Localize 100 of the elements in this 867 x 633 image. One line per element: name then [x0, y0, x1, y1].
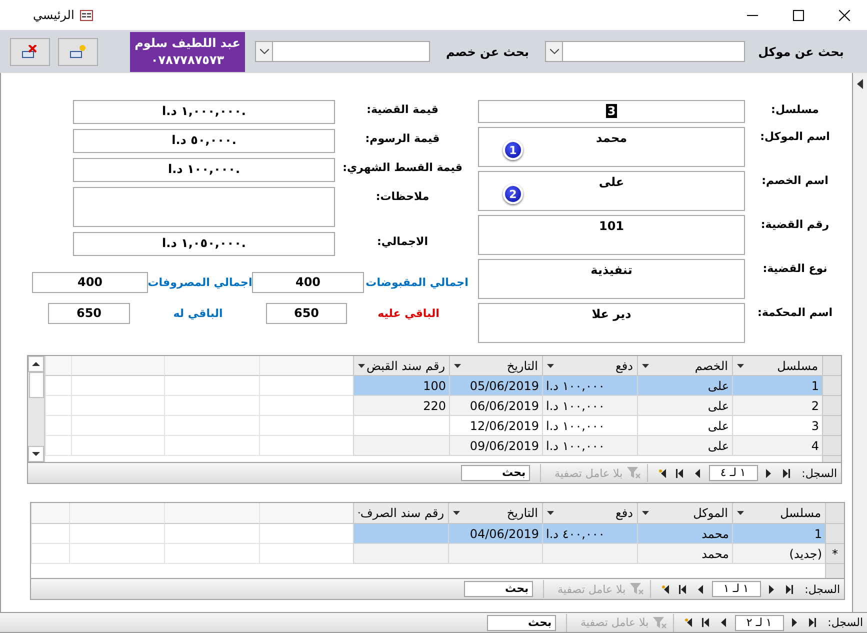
dropdown-arrow-icon: [547, 364, 554, 368]
search-field[interactable]: بحث: [464, 581, 533, 597]
maximize-icon: [792, 10, 804, 20]
funnel-icon: [626, 467, 641, 479]
contact-name: عبد اللطيف سلوم: [134, 34, 240, 52]
previous-record-icon: [766, 584, 776, 594]
column-header[interactable]: الخصم: [637, 356, 732, 376]
search-label: بحث عن خصم: [444, 44, 530, 58]
side-scrollbar[interactable]: [852, 73, 867, 612]
new-record-icon: [70, 44, 86, 58]
record-position-field[interactable]: ١ لـ ٤: [708, 465, 758, 481]
field-label: ملاحظات:: [376, 189, 430, 203]
column-header[interactable]: رقم سند الصرف: [353, 503, 448, 524]
table-cell: 220: [353, 396, 449, 416]
dropdown-arrow-icon: [737, 364, 744, 368]
field-label: قيمة القسط الشهري:: [342, 160, 462, 174]
column-header[interactable]: التاريخ: [449, 356, 542, 376]
table-cell: 09/06/2019: [449, 436, 542, 456]
funnel-icon: [652, 616, 667, 628]
record-label: السجل:: [802, 466, 837, 480]
window-title: الرئيسي: [33, 8, 74, 22]
total-label: الباقي عليه: [378, 306, 440, 322]
text-field[interactable]: 3: [478, 100, 745, 123]
scroll-thumb[interactable]: [28, 372, 44, 398]
scroll-up-button[interactable]: [28, 356, 44, 372]
table-cell: ١٠٠,٠٠٠ د.ا: [542, 396, 637, 416]
field-label: قيمة الرسوم:: [365, 131, 440, 145]
record-position-field[interactable]: ١ لـ ٢: [734, 614, 784, 630]
number-badge: 2: [503, 184, 523, 204]
table-cell: على: [637, 396, 732, 416]
dropdown-arrow-icon: [358, 511, 360, 515]
field-label: الاجمالي:: [376, 234, 428, 248]
dropdown-arrow-icon: [453, 511, 460, 515]
total-label: اجمالي المصروفات: [148, 274, 252, 290]
column-header[interactable]: الموكل: [637, 503, 732, 524]
table-cell: 04/06/2019: [448, 524, 542, 544]
field-label: اسم الموكل:: [760, 129, 830, 143]
delete-record-icon: [22, 44, 38, 58]
minimize-icon: [746, 14, 758, 16]
table-cell: ١٠٠,٠٠٠ د.ا: [542, 416, 637, 436]
text-field[interactable]: 101: [478, 215, 745, 255]
table-cell: على: [637, 376, 732, 396]
record-label: السجل:: [804, 582, 840, 596]
table-cell: 1: [732, 376, 822, 396]
text-field[interactable]: [73, 187, 335, 227]
column-header[interactable]: رقم سند القبض: [353, 356, 449, 376]
number-badge: 1: [503, 140, 523, 160]
column-header[interactable]: مسلسل: [732, 356, 822, 376]
table-cell: 4: [732, 436, 822, 456]
dropdown-arrow-icon: [642, 511, 649, 515]
table-cell: 1: [732, 524, 825, 544]
dropdown-arrow-icon: [358, 364, 365, 368]
text-field[interactable]: ١٠٠,٠٠٠ د.ا.: [73, 158, 335, 182]
table-cell: 12/06/2019: [449, 416, 542, 436]
column-header[interactable]: دفع: [542, 503, 637, 524]
text-field[interactable]: تنفيذية: [478, 259, 745, 299]
total-field: 650: [266, 303, 347, 324]
scroll-down-button[interactable]: [28, 446, 44, 462]
record-position-field[interactable]: ١ لـ ١: [712, 581, 761, 597]
combo-dropdown-button[interactable]: [256, 42, 273, 61]
field-label: اسم المحكمة:: [757, 305, 833, 319]
table-cell: 05/06/2019: [449, 376, 542, 396]
record-label: السجل:: [828, 616, 863, 629]
field-label: اسم الخصم:: [762, 173, 828, 187]
text-field[interactable]: ١,٠٠٠,٠٠٠ د.ا.: [73, 100, 335, 124]
total-label: الباقي له: [173, 306, 223, 322]
down-arrow-icon: [32, 452, 40, 456]
column-header[interactable]: دفع: [542, 356, 637, 376]
delete-record-button[interactable]: [10, 38, 50, 66]
chevron-down-icon: [260, 49, 268, 54]
dropdown-arrow-icon: [547, 511, 554, 515]
previous-record-icon: [763, 468, 774, 478]
total-field: 650: [48, 303, 130, 324]
table-cell: 2: [732, 396, 822, 416]
table-cell: 100: [353, 376, 449, 396]
dropdown-arrow-icon: [454, 364, 461, 368]
field-label: مسلسل:: [771, 102, 819, 116]
field-label: قيمة القضية:: [366, 102, 438, 116]
text-field[interactable]: ١,٠٥٠,٠٠٠ د.ا.: [73, 232, 335, 256]
table-cell: على: [637, 436, 732, 456]
chevron-down-icon: [550, 49, 558, 54]
text-field[interactable]: دير علا: [478, 303, 745, 343]
total-field: 400: [32, 272, 148, 293]
search-field[interactable]: بحث: [460, 465, 530, 481]
new-row-selector[interactable]: *: [825, 544, 844, 564]
search-field[interactable]: بحث: [486, 614, 556, 630]
close-icon: [838, 10, 850, 20]
text-field[interactable]: ٥٠,٠٠٠ د.ا.: [73, 129, 335, 153]
combo-dropdown-button[interactable]: [546, 42, 563, 61]
column-header[interactable]: مسلسل: [732, 503, 825, 524]
table-row[interactable]: * (جديد) محمد: [31, 544, 844, 564]
table-cell: محمد: [637, 524, 732, 544]
contact-phone: ٠٧٨٧٧٨٧٥٧٣: [150, 52, 224, 68]
table-cell: (جديد): [732, 544, 825, 564]
up-arrow-icon: [32, 362, 40, 366]
left-arrow-icon: [857, 79, 863, 89]
total-field: 400: [252, 272, 364, 293]
column-header[interactable]: التاريخ: [448, 503, 542, 524]
vertical-scrollbar[interactable]: [28, 356, 45, 462]
table-cell: ١٠٠,٠٠٠ د.ا: [542, 376, 637, 396]
